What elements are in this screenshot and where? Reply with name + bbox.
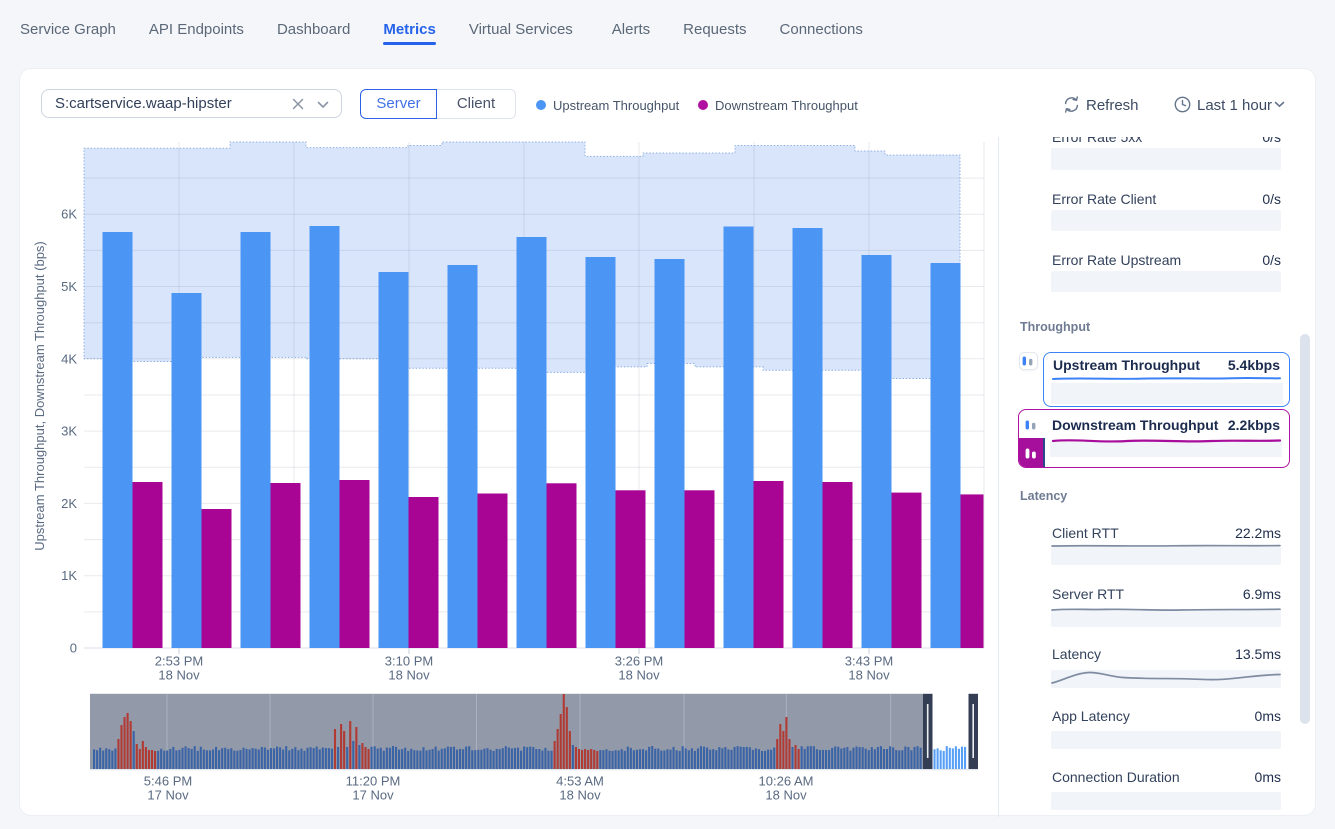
svg-text:4K: 4K [61,351,77,366]
svg-text:3:26 PM: 3:26 PM [615,654,663,669]
svg-text:18 Nov: 18 Nov [158,668,200,683]
svg-text:5K: 5K [61,279,77,294]
svg-text:3K: 3K [61,424,77,439]
svg-text:3:10 PM: 3:10 PM [385,654,433,669]
svg-text:18 Nov: 18 Nov [388,668,430,683]
svg-text:0: 0 [70,641,77,656]
svg-text:18 Nov: 18 Nov [618,668,660,683]
svg-text:Upstream Throughput, Downstrea: Upstream Throughput, Downstream Throughp… [32,241,47,551]
svg-text:5:46 PM: 5:46 PM [144,774,192,789]
svg-text:17 Nov: 17 Nov [147,788,189,803]
svg-text:10:26 AM: 10:26 AM [759,774,814,789]
svg-text:18 Nov: 18 Nov [765,788,807,803]
svg-text:11:20 PM: 11:20 PM [346,774,401,789]
svg-text:6K: 6K [61,207,77,222]
svg-text:1K: 1K [61,568,77,583]
svg-text:3:43 PM: 3:43 PM [845,654,893,669]
svg-text:17 Nov: 17 Nov [352,788,394,803]
svg-text:2K: 2K [61,496,77,511]
svg-text:18 Nov: 18 Nov [559,788,601,803]
svg-text:2:53 PM: 2:53 PM [155,654,203,669]
svg-text:18 Nov: 18 Nov [848,668,890,683]
svg-text:4:53 AM: 4:53 AM [556,774,604,789]
